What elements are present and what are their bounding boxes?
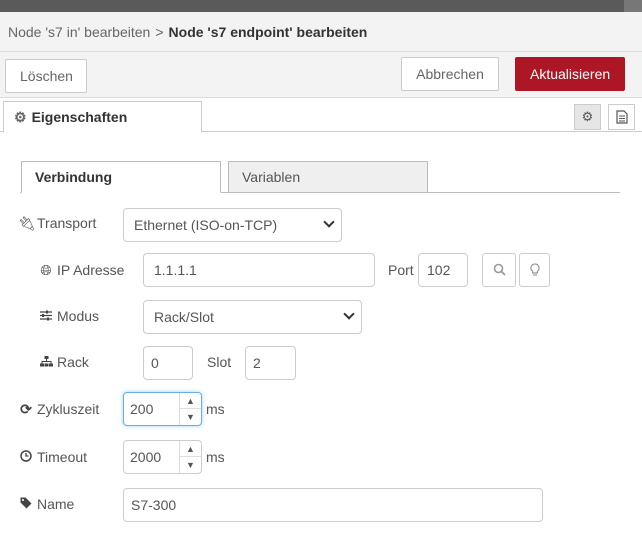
transport-label-text: Transport (37, 215, 97, 231)
transport-select[interactable]: Ethernet (ISO-on-TCP) (123, 208, 342, 242)
slot-input[interactable]: 2 (245, 346, 296, 380)
config-subtabs: Verbindung Variablen (20, 160, 620, 193)
top-bar-edge (624, 0, 642, 12)
search-icon (493, 263, 506, 276)
transport-value: Ethernet (ISO-on-TCP) (134, 217, 278, 233)
name-input[interactable]: S7-300 (123, 488, 543, 522)
timeout-unit: ms (206, 449, 225, 465)
port-input[interactable]: 102 (418, 253, 468, 287)
breadcrumb-current: Node 's7 endpoint' bearbeiten (168, 24, 368, 40)
timeout-label-text: Timeout (37, 449, 88, 465)
refresh-icon: ⟳ (20, 401, 32, 417)
name-value: S7-300 (131, 497, 177, 513)
cycle-time-value: 200 (130, 401, 154, 417)
hint-button[interactable] (519, 253, 550, 287)
slot-label: Slot (207, 354, 232, 370)
breadcrumb-separator: > (155, 24, 164, 40)
mode-label: Modus (38, 308, 99, 324)
ip-address-value: 1.1.1.1 (154, 262, 197, 278)
tab-connection[interactable]: Verbindung (21, 161, 221, 193)
properties-tab-bar: ⚙ Eigenschaften ⚙ (0, 98, 642, 133)
decrement-icon[interactable]: ▼ (180, 457, 201, 473)
mode-label-text: Modus (57, 308, 100, 324)
ip-label-text: IP Adresse (57, 262, 125, 278)
tab-properties-label: Eigenschaften (31, 109, 128, 125)
rack-label-text: Rack (57, 354, 89, 370)
port-value: 102 (427, 262, 451, 278)
mode-value: Rack/Slot (154, 309, 214, 325)
decrement-icon[interactable]: ▼ (180, 409, 201, 425)
cancel-button[interactable]: Abbrechen (401, 57, 499, 91)
timeout-label: Timeout (18, 449, 87, 465)
timeout-stepper[interactable]: ▲ ▼ (179, 441, 201, 473)
increment-icon[interactable]: ▲ (180, 441, 201, 457)
sliders-icon (38, 308, 54, 324)
plug-icon: 🔌︎ (18, 215, 36, 231)
mode-select[interactable]: Rack/Slot (143, 300, 362, 334)
cycle-time-input[interactable]: 200 ▲ ▼ (123, 392, 202, 426)
chevron-down-icon (323, 216, 335, 228)
ip-label: 🌐︎ IP Adresse (38, 262, 124, 279)
gear-icon: ⚙ (581, 109, 594, 124)
sitemap-icon (38, 354, 54, 370)
gear-icon: ⚙ (14, 109, 27, 125)
rack-input[interactable]: 0 (143, 346, 193, 380)
lightbulb-icon (529, 263, 540, 276)
tag-icon (18, 496, 34, 512)
breadcrumb-parent[interactable]: Node 's7 in' bearbeiten (8, 24, 150, 40)
cycle-label-text: Zykluszeit (37, 401, 100, 417)
breadcrumb-bar: Node 's7 in' bearbeiten > Node 's7 endpoin… (0, 12, 642, 52)
window-top-bar (0, 0, 642, 12)
chevron-down-icon (343, 308, 355, 320)
name-label: Name (18, 496, 74, 512)
cycle-time-stepper[interactable]: ▲ ▼ (179, 393, 201, 425)
update-button[interactable]: Aktualisieren (515, 57, 625, 91)
document-icon (615, 110, 628, 124)
tab-variables[interactable]: Variablen (228, 161, 428, 193)
port-label: Port (388, 262, 414, 278)
timeout-input[interactable]: 2000 ▲ ▼ (123, 440, 202, 474)
description-tab-button[interactable] (608, 104, 635, 130)
cycle-unit: ms (206, 401, 225, 417)
slot-value: 2 (253, 355, 261, 371)
increment-icon[interactable]: ▲ (180, 393, 201, 409)
delete-button[interactable]: Löschen (5, 59, 87, 93)
ip-address-input[interactable]: 1.1.1.1 (143, 253, 375, 287)
cycle-label: ⟳ Zykluszeit (18, 401, 99, 418)
globe-icon: 🌐︎ (40, 262, 52, 278)
settings-tab-button[interactable]: ⚙ (574, 104, 601, 130)
clock-icon (18, 449, 34, 465)
transport-label: 🔌︎Transport (18, 215, 96, 232)
breadcrumb: Node 's7 in' bearbeiten > Node 's7 endpoin… (8, 24, 367, 40)
rack-value: 0 (151, 355, 159, 371)
dialog-toolbar: Löschen Abbrechen Aktualisieren (0, 52, 642, 98)
tab-properties[interactable]: ⚙ Eigenschaften (3, 101, 202, 133)
rack-label: Rack (38, 354, 89, 370)
search-button[interactable] (482, 253, 516, 287)
name-label-text: Name (37, 496, 75, 512)
timeout-value: 2000 (130, 449, 162, 465)
